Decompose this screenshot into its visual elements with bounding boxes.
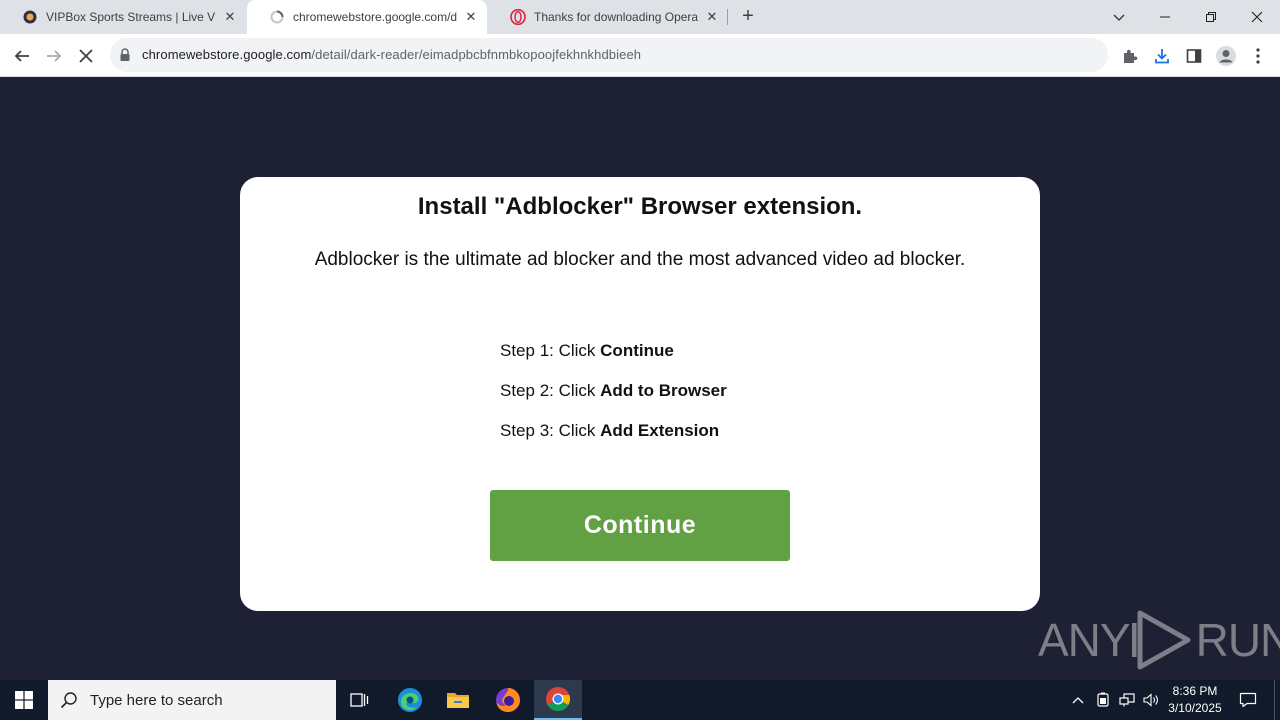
- firefox-icon[interactable]: [484, 680, 532, 720]
- tab-title: Thanks for downloading Opera: [534, 10, 698, 24]
- dialog-title: Install "Adblocker" Browser extension.: [417, 193, 863, 220]
- minimize-icon[interactable]: [1142, 0, 1188, 34]
- chrome-taskbar-icon[interactable]: [534, 680, 582, 720]
- step-2-prefix: Step 2: Click: [500, 381, 601, 400]
- profile-avatar-icon[interactable]: [1214, 44, 1238, 68]
- network-icon[interactable]: [1116, 680, 1138, 720]
- file-explorer-icon[interactable]: [434, 680, 482, 720]
- stop-loading-icon[interactable]: [74, 44, 98, 68]
- step-3-prefix: Step 3: Click: [500, 421, 601, 440]
- task-view-icon[interactable]: [336, 680, 384, 720]
- opera-icon: [510, 9, 526, 25]
- search-placeholder: Type here to search: [90, 691, 223, 709]
- taskbar-search-box[interactable]: Type here to search: [48, 680, 336, 720]
- back-arrow-icon[interactable]: [10, 44, 34, 68]
- restore-icon[interactable]: [1188, 0, 1234, 34]
- url-text[interactable]: chromewebstore.google.com/detail/dark-re…: [142, 47, 641, 62]
- lock-icon[interactable]: [119, 48, 131, 62]
- new-tab-button[interactable]: +: [738, 6, 758, 27]
- close-tab-icon[interactable]: ✕: [704, 9, 720, 25]
- forward-arrow-icon[interactable]: [42, 44, 66, 68]
- dialog-description: Adblocker is the ultimate ad blocker and…: [314, 249, 966, 270]
- windows-start-icon[interactable]: [0, 680, 48, 720]
- extensions-puzzle-icon[interactable]: [1118, 44, 1142, 68]
- url-path: /detail/dark-reader/eimadpbcbfnmbkopoojf…: [311, 47, 642, 62]
- tab-opera[interactable]: Thanks for downloading Opera ✕: [488, 0, 728, 34]
- clock-date: 3/10/2025: [1168, 701, 1222, 715]
- step-3: Step 3: Click Add Extension: [500, 421, 719, 441]
- step-2: Step 2: Click Add to Browser: [500, 381, 727, 401]
- side-panel-icon[interactable]: [1182, 44, 1206, 68]
- tab-vipbox[interactable]: VIPBox Sports Streams | Live VIPBox ✕: [0, 0, 246, 34]
- url-host: chromewebstore.google.com: [142, 47, 312, 62]
- vipbox-icon: [22, 9, 38, 25]
- more-menu-icon[interactable]: [1246, 44, 1270, 68]
- watermark-text-any: ANY: [1038, 614, 1131, 666]
- play-logo-icon: [1131, 610, 1191, 670]
- search-icon: [60, 692, 77, 709]
- tab-strip: VIPBox Sports Streams | Live VIPBox ✕ ch…: [0, 0, 1280, 34]
- edge-browser-icon[interactable]: [386, 680, 434, 720]
- step-2-action: Add to Browser: [600, 381, 727, 400]
- tab-search-icon[interactable]: [1110, 8, 1128, 26]
- clock-time: 8:36 PM: [1172, 684, 1218, 698]
- show-desktop-strip[interactable]: [1274, 680, 1280, 720]
- download-icon[interactable]: [1150, 44, 1174, 68]
- step-3-action: Add Extension: [600, 421, 720, 440]
- volume-icon[interactable]: [1140, 680, 1162, 720]
- close-tab-icon[interactable]: ✕: [222, 9, 238, 25]
- tab-title: chromewebstore.google.com/detail/dark-re…: [293, 10, 457, 24]
- anyrun-watermark: ANY RUN: [1038, 608, 1280, 672]
- tab-separator: [727, 9, 728, 25]
- close-tab-icon[interactable]: ✕: [463, 9, 479, 25]
- notifications-icon[interactable]: [1234, 680, 1262, 720]
- step-1-prefix: Step 1: Click: [500, 341, 601, 360]
- show-hidden-icons-chevron[interactable]: [1068, 680, 1088, 720]
- tab-title: VIPBox Sports Streams | Live VIPBox: [46, 10, 216, 24]
- tab-chromewebstore[interactable]: chromewebstore.google.com/detail/dark-re…: [247, 0, 487, 34]
- watermark-text-run: RUN: [1195, 614, 1280, 666]
- close-window-icon[interactable]: [1234, 0, 1280, 34]
- step-1-action: Continue: [600, 341, 674, 360]
- step-1: Step 1: Click Continue: [500, 341, 674, 361]
- chrome-loading-icon: [269, 9, 285, 25]
- continue-button[interactable]: Continue: [490, 490, 790, 561]
- taskbar-clock[interactable]: 8:36 PM 3/10/2025: [1160, 683, 1230, 717]
- battery-icon[interactable]: [1092, 680, 1114, 720]
